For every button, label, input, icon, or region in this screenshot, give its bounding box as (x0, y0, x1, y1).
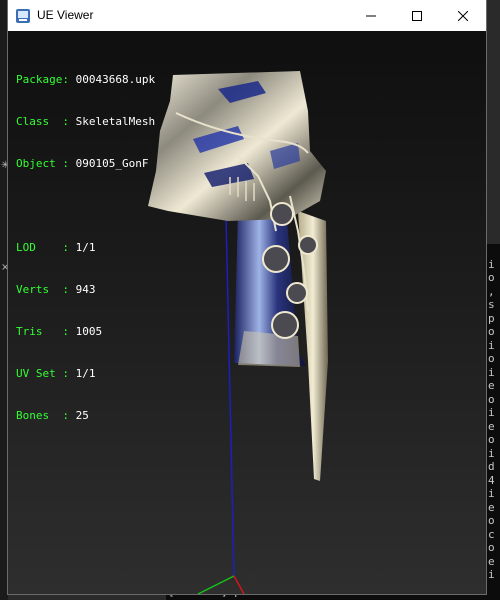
info-row-tris: Tris : 1005 (16, 325, 103, 338)
info-row-bones: Bones : 25 (16, 409, 89, 422)
origin-axis-gizmo (197, 575, 245, 594)
close-icon (458, 10, 468, 21)
info-row-verts: Verts : 943 (16, 283, 96, 296)
minimize-icon (366, 15, 376, 16)
info-row-lod: LOD : 1/1 (16, 241, 96, 254)
ue-viewer-window: UE Viewer Package: 00043668.upk Class: … (8, 0, 486, 594)
title-bar[interactable]: UE Viewer (8, 0, 486, 31)
mesh-info-overlay: Package: 00043668.upk Class : SkeletalMe… (16, 45, 155, 451)
info-row-object: Object : 090105_GonF (16, 157, 149, 170)
background-console-window: i o , s p o i o i e o i e o i d 4 i e o … (486, 244, 500, 600)
info-row-package: Package: 00043668.upk (16, 73, 156, 86)
minimize-button[interactable] (348, 0, 394, 31)
window-title: UE Viewer (37, 8, 94, 22)
info-row-class: Class : SkeletalMesh (16, 115, 156, 128)
maximize-button[interactable] (394, 0, 440, 31)
maximize-icon (412, 10, 422, 21)
ue-viewer-app-icon (16, 9, 30, 23)
background-window-edge: ✳ × (0, 0, 9, 600)
info-row-uvset: UV Set : 1/1 (16, 367, 96, 380)
skeleton-axis-line (225, 215, 235, 577)
close-button[interactable] (440, 0, 486, 31)
3d-viewport[interactable]: Package: 00043668.upk Class : SkeletalMe… (8, 31, 486, 594)
